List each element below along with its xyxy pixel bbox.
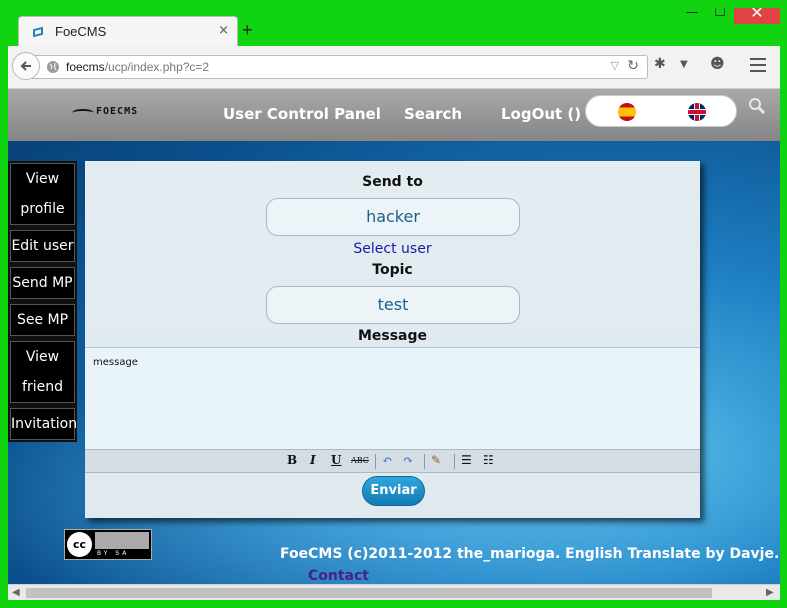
sidebar-item-label: Invitation [11,416,78,432]
footer-credit: FoeCMS (c)2011-2012 the_marioga. English… [280,546,780,562]
web-page: FOECMS User Control Panel Search LogOut … [8,89,780,584]
scroll-right-icon[interactable]: ▶ [766,587,774,598]
page-favicon-icon [33,26,43,38]
tab-title: FoeCMS [55,24,107,39]
underline-icon[interactable]: U [331,453,341,467]
horizontal-scrollbar[interactable]: ◀ ▶ [8,584,780,600]
sidebar-item-label: View [25,171,60,187]
url-text: foecms/ucp/index.php?c=2 [66,60,209,74]
send-message-form: Send to hacker Select user Topic test Me… [85,161,700,518]
creative-commons-badge[interactable]: cc BY SA [64,529,152,560]
url-dropdown-icon[interactable]: ▽ [611,59,619,72]
back-arrow-icon [20,61,31,71]
sidebar-item-invitation[interactable]: Invitation [10,408,78,440]
reload-icon[interactable]: ↻ [627,58,639,74]
topic-label: Topic [372,262,413,278]
browser-tab[interactable]: FoeCMS × [18,16,238,46]
tab-bar: FoeCMS × + [8,8,780,46]
nav-user-control-panel[interactable]: User Control Panel [223,105,381,123]
redo-icon[interactable]: ↷ [403,453,413,467]
toolbar-divider [424,454,425,469]
search-icon[interactable] [748,97,766,115]
spain-flag-icon[interactable] [618,103,636,121]
site-header: FOECMS User Control Panel Search LogOut … [8,89,780,141]
url-host: foecms [66,60,105,74]
logo-swoosh [72,109,94,117]
sidebar-item-view-friend[interactable]: View friend [10,341,75,403]
cc-by-sa-icons [95,532,149,549]
strikethrough-icon[interactable]: ABC [351,456,369,465]
hamburger-menu-icon[interactable] [750,58,766,76]
scrollbar-thumb[interactable] [26,588,712,598]
url-path: /ucp/index.php?c=2 [104,60,210,74]
back-button[interactable] [12,52,40,80]
message-textarea[interactable]: message [85,347,700,449]
italic-icon[interactable]: I [310,453,316,467]
send-to-label: Send to [362,174,423,190]
globe-icon [47,61,59,73]
message-label: Message [357,328,428,344]
address-bar[interactable]: foecms/ucp/index.php?c=2 ▽ ↻ [30,55,648,79]
sidebar-item-label: Edit user [11,238,74,254]
contact-link[interactable]: Contact [308,568,369,584]
cc-license-label: BY SA [97,550,130,557]
sidebar-item-see-mp[interactable]: See MP [10,304,75,336]
close-window-button[interactable]: ✕ [734,8,780,24]
toolbar-divider [375,454,376,469]
send-button[interactable]: Enviar [362,476,425,506]
editor-toolbar: B I U ABC ↶ ↷ ✎ ☰ ☷ [85,449,700,473]
sidebar-item-label: friend [22,379,63,395]
site-logo[interactable]: FOECMS [96,106,138,117]
clear-format-icon[interactable]: ✎ [431,453,441,467]
new-tab-button[interactable]: + [242,20,253,41]
sidebar-item-label: View [25,349,60,365]
tab-close-icon[interactable]: × [218,23,229,38]
addon-icon[interactable]: ✱ [654,56,666,72]
sidebar-item-edit-user[interactable]: Edit user [10,230,75,262]
sidebar-item-label: profile [20,201,65,217]
sidebar-item-view-profile[interactable]: View profile [10,163,75,225]
browser-window: FoeCMS × + — ☐ ✕ foecms/ucp/index.php?c=… [8,8,780,600]
sidebar-item-send-mp[interactable]: Send MP [10,267,75,299]
scroll-left-icon[interactable]: ◀ [12,587,20,598]
select-user-link[interactable]: Select user [85,241,700,257]
nav-logout[interactable]: LogOut () [501,105,581,123]
smiley-icon[interactable]: ☻ [710,56,725,72]
bold-icon[interactable]: B [287,453,297,467]
recipient-field[interactable]: hacker [266,198,520,236]
sidebar-item-label: Send MP [12,275,73,291]
bullet-list-icon[interactable]: ☰ [461,453,472,467]
sidebar-item-label: See MP [16,312,69,328]
uk-flag-icon[interactable] [688,103,706,121]
nav-search[interactable]: Search [404,105,462,123]
language-selector [585,95,737,127]
user-sidebar: View profile Edit user Send MP See MP Vi… [8,161,77,442]
cc-logo-icon: cc [67,532,92,557]
toolbar-divider [454,454,455,469]
minimize-button[interactable]: — [678,8,706,24]
topic-field[interactable]: test [266,286,520,324]
undo-icon[interactable]: ↶ [382,453,392,467]
window-controls: — ☐ ✕ [678,8,780,26]
maximize-button[interactable]: ☐ [706,8,734,24]
addon-dropdown-icon[interactable]: ▼ [680,59,688,70]
numbered-list-icon[interactable]: ☷ [483,453,494,467]
navigation-bar: foecms/ucp/index.php?c=2 ▽ ↻ ✱ ▼ ☻ [8,46,780,89]
